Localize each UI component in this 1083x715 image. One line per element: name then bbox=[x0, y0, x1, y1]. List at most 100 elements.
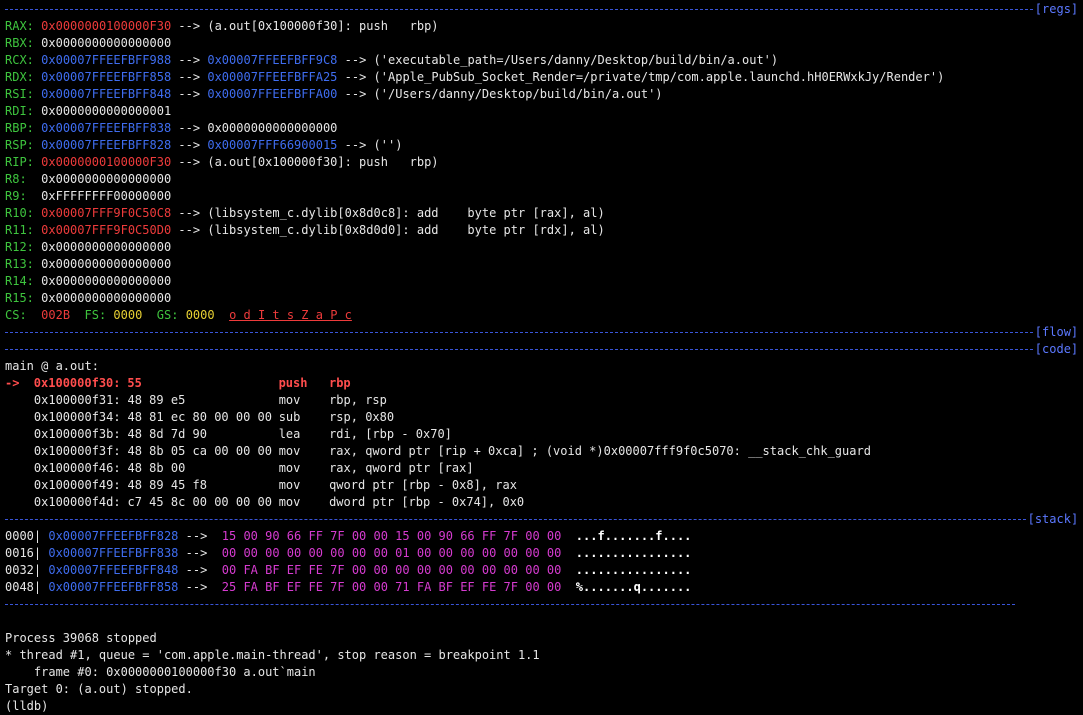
register-name: RBX: bbox=[5, 36, 34, 50]
current-instruction-marker: -> bbox=[5, 376, 20, 390]
register-value[interactable]: 0x00007FFF9F0C50C8 bbox=[41, 206, 171, 220]
console-line: * thread #1, queue = 'com.apple.main-thr… bbox=[5, 647, 540, 664]
register-value[interactable]: 0x0000000000000000 bbox=[41, 36, 171, 50]
deref-arrow: --> bbox=[178, 223, 201, 237]
stack-address[interactable]: 0x00007FFEEFBFF848 bbox=[48, 563, 178, 577]
code-line: 0x100000f31: 48 89 e5 mov rbp, rsp bbox=[5, 392, 387, 409]
register-name: R13: bbox=[5, 257, 34, 271]
deref-arrow: --> bbox=[185, 563, 208, 577]
pointer-value[interactable]: 0x00007FFEEFBFFA00 bbox=[207, 87, 337, 101]
fs-label: FS: bbox=[84, 308, 107, 322]
instruction-operands: rdi, [rbp - 0x70] bbox=[329, 427, 452, 441]
command-prompt[interactable]: (lldb) bbox=[5, 699, 48, 713]
pointer-value[interactable]: 0x00007FFF66900015 bbox=[207, 138, 337, 152]
deref-arrow: --> bbox=[185, 580, 208, 594]
deref-value: ('executable_path=/Users/danny/Desktop/b… bbox=[373, 53, 779, 67]
pointer-value[interactable]: 0x00007FFEEFBFFA25 bbox=[207, 70, 337, 84]
console-line: Target 0: (a.out) stopped. bbox=[5, 681, 193, 698]
eflags: o d I t s Z a P c bbox=[229, 308, 352, 322]
register-name: RDI: bbox=[5, 104, 34, 118]
register-value[interactable]: 0x0000000100000F30 bbox=[41, 155, 171, 169]
deref-value: (a.out[0x100000f30]: push rbp) bbox=[207, 155, 439, 169]
stack-hex-bytes: 00 00 00 00 00 00 00 00 01 00 00 00 00 0… bbox=[221, 546, 562, 560]
register-value[interactable]: 0x0000000000000001 bbox=[41, 104, 171, 118]
instruction-mnemonic: mov bbox=[278, 393, 301, 407]
stack-row: 0048| 0x00007FFEEFBFF858 --> 25 FA BF EF… bbox=[5, 579, 691, 596]
stack-row: 0016| 0x00007FFEEFBFF838 --> 00 00 00 00… bbox=[5, 545, 691, 562]
instruction-address[interactable]: 0x100000f49: bbox=[34, 477, 128, 494]
stack-address[interactable]: 0x00007FFEEFBFF828 bbox=[48, 529, 178, 543]
register-row-rax: RAX: 0x0000000100000F30 --> (a.out[0x100… bbox=[5, 18, 439, 35]
register-value[interactable]: 0x0000000000000000 bbox=[41, 274, 171, 288]
flow-separator: [flow] bbox=[5, 324, 1083, 341]
separator-rule bbox=[5, 332, 1033, 333]
register-value[interactable]: 0x0000000000000000 bbox=[41, 240, 171, 254]
register-value[interactable]: 0x00007FFEEFBFF858 bbox=[41, 70, 171, 84]
stack-row: 0032| 0x00007FFEEFBFF848 --> 00 FA BF EF… bbox=[5, 562, 691, 579]
register-row-r12: R12: 0x0000000000000000 bbox=[5, 239, 171, 256]
closing-separator bbox=[5, 596, 1083, 613]
register-value[interactable]: 0x00007FFEEFBFF988 bbox=[41, 53, 171, 67]
deref-arrow: --> bbox=[178, 138, 201, 152]
deref-arrow: --> bbox=[178, 121, 201, 135]
instruction-operands: rbp bbox=[328, 376, 351, 390]
instruction-operands: rbp, rsp bbox=[329, 393, 387, 407]
instruction-bytes: 48 89 e5 bbox=[127, 393, 186, 407]
register-value[interactable]: 0x0000000000000000 bbox=[41, 172, 171, 186]
register-name: R9: bbox=[5, 189, 34, 203]
deref-arrow: --> bbox=[178, 87, 201, 101]
segment-flags-row: CS: 002B FS: 0000 GS: 0000 o d I t s Z a… bbox=[5, 307, 352, 324]
register-name: R12: bbox=[5, 240, 34, 254]
stack-address[interactable]: 0x00007FFEEFBFF858 bbox=[48, 580, 178, 594]
deref-value: ('Apple_PubSub_Socket_Render=/private/tm… bbox=[373, 70, 945, 84]
instruction-operands: rsp, 0x80 bbox=[329, 410, 395, 424]
register-row-r8: R8: 0x0000000000000000 bbox=[5, 171, 171, 188]
instruction-address[interactable]: 0x100000f31: bbox=[34, 392, 128, 409]
register-value[interactable]: 0x00007FFEEFBFF828 bbox=[41, 138, 171, 152]
register-value[interactable]: 0x00007FFF9F0C50D0 bbox=[41, 223, 171, 237]
section-label-stack: [stack] bbox=[1027, 512, 1079, 526]
instruction-operands: rax, qword ptr [rip + 0xca] ; (void *)0x… bbox=[329, 444, 871, 458]
deref-arrow: --> bbox=[344, 70, 367, 84]
cs-value: 002B bbox=[41, 308, 71, 322]
code-line: 0x100000f49: 48 89 45 f8 mov qword ptr [rbp… bbox=[5, 477, 517, 494]
instruction-mnemonic: sub bbox=[278, 410, 301, 424]
stack-offset: 0048| bbox=[5, 580, 42, 594]
deref-value: (libsystem_c.dylib[0x8d0c8]: add byte pt… bbox=[207, 206, 605, 220]
register-row-rbx: RBX: 0x0000000000000000 bbox=[5, 35, 171, 52]
instruction-address[interactable]: 0x100000f3f: bbox=[34, 443, 128, 460]
code-line: 0x100000f3b: 48 8d 7d 90 lea rdi, [rbp - 0x… bbox=[5, 426, 452, 443]
instruction-bytes: 48 81 ec 80 00 00 00 bbox=[127, 410, 273, 424]
stack-offset: 0016| bbox=[5, 546, 42, 560]
instruction-address[interactable]: 0x100000f30: bbox=[34, 375, 128, 392]
register-name: R15: bbox=[5, 291, 34, 305]
register-name: R11: bbox=[5, 223, 34, 237]
instruction-address[interactable]: 0x100000f46: bbox=[34, 460, 128, 477]
instruction-address[interactable]: 0x100000f34: bbox=[34, 409, 128, 426]
register-value[interactable]: 0x0000000100000F30 bbox=[41, 19, 171, 33]
stack-address[interactable]: 0x00007FFEEFBFF838 bbox=[48, 546, 178, 560]
lldb-terminal[interactable]: [regs] RAX: 0x0000000100000F30 --> (a.out… bbox=[0, 0, 1083, 714]
register-value[interactable]: 0x0000000000000000 bbox=[41, 257, 171, 271]
stack-ascii: ................ bbox=[575, 563, 692, 577]
instruction-address[interactable]: 0x100000f4d: bbox=[34, 494, 128, 511]
register-value[interactable]: 0x00007FFEEFBFF838 bbox=[41, 121, 171, 135]
stack-offset: 0000| bbox=[5, 529, 42, 543]
separator-rule bbox=[5, 519, 1026, 520]
register-name: R10: bbox=[5, 206, 34, 220]
fs-value: 0000 bbox=[113, 308, 143, 322]
register-value[interactable]: 0xFFFFFFFF00000000 bbox=[41, 189, 171, 203]
code-header: main @ a.out: bbox=[5, 358, 99, 375]
register-value[interactable]: 0x00007FFEEFBFF848 bbox=[41, 87, 171, 101]
register-row-rcx: RCX: 0x00007FFEEFBFF988 --> 0x00007FFEEF… bbox=[5, 52, 778, 69]
cs-label: CS: bbox=[5, 308, 27, 322]
console-text: * thread #1, queue = 'com.apple.main-thr… bbox=[5, 648, 540, 662]
instruction-bytes: 48 8b 00 bbox=[127, 461, 186, 475]
register-row-rdi: RDI: 0x0000000000000001 bbox=[5, 103, 171, 120]
section-label-regs: [regs] bbox=[1034, 2, 1079, 16]
pointer-value[interactable]: 0x00007FFEEFBFF9C8 bbox=[207, 53, 337, 67]
console-line: frame #0: 0x0000000100000f30 a.out`main bbox=[5, 664, 316, 681]
register-name: RIP: bbox=[5, 155, 34, 169]
instruction-address[interactable]: 0x100000f3b: bbox=[34, 426, 128, 443]
register-value[interactable]: 0x0000000000000000 bbox=[41, 291, 171, 305]
